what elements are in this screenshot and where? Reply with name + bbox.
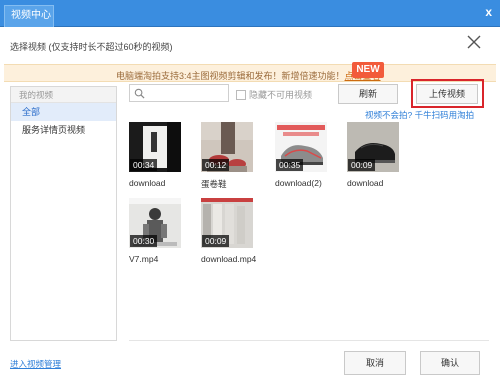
video-name: download: [129, 178, 166, 188]
cancel-button[interactable]: 取消: [344, 351, 406, 375]
video-item[interactable]: 00:09 download.mp4: [201, 198, 259, 264]
video-item[interactable]: 00:30 V7.mp4: [129, 198, 187, 264]
window-titlebar: 视频中心 x: [0, 0, 500, 27]
video-item[interactable]: 00:09 download: [347, 122, 405, 188]
refresh-button[interactable]: 刷新: [338, 84, 398, 104]
video-name: V7.mp4: [129, 254, 159, 264]
notice-text-wrap: 电脑端淘拍支持3:4主图视频剪辑和发布！新增倍速功能！点击查看: [116, 69, 381, 82]
video-thumbnail[interactable]: 00:34: [129, 122, 181, 172]
sidebar: 我的视频 全部 服务详情页视频: [10, 86, 117, 341]
scan-qr-link[interactable]: 千牛扫码用淘拍: [415, 110, 475, 120]
video-name: 蛋卷鞋: [201, 179, 227, 189]
hide-unavailable-toggle[interactable]: 隐藏不可用视频: [236, 88, 312, 101]
video-item[interactable]: 00:34 download: [129, 122, 187, 188]
hide-unavailable-checkbox[interactable]: [236, 89, 246, 100]
new-badge: NEW: [352, 62, 384, 78]
video-name: download.mp4: [201, 254, 257, 264]
video-duration: 00:34: [130, 159, 158, 171]
dialog-close-icon[interactable]: [466, 34, 482, 50]
video-name: download(2): [275, 178, 322, 188]
video-thumbnail[interactable]: 00:12: [201, 122, 253, 172]
upload-video-button[interactable]: 上传视频: [416, 84, 478, 104]
video-duration: 00:35: [276, 159, 304, 171]
video-duration: 00:09: [202, 235, 230, 247]
cannot-shoot-link[interactable]: 视频不会拍?: [365, 110, 412, 120]
window-tab[interactable]: 视频中心: [4, 5, 54, 27]
video-duration: 00:30: [130, 235, 158, 247]
manage-videos-link[interactable]: 进入视频管理: [10, 358, 61, 370]
search-box[interactable]: [129, 84, 229, 102]
search-icon: [134, 88, 145, 99]
window-close-button[interactable]: x: [485, 5, 492, 19]
video-item[interactable]: 00:12 蛋卷鞋: [201, 122, 259, 190]
dialog-title: 选择视频 (仅支持时长不超过60秒的视频): [10, 42, 173, 52]
video-thumbnail[interactable]: 00:35: [275, 122, 327, 172]
video-name: download: [347, 178, 384, 188]
video-item[interactable]: 00:35 download(2): [275, 122, 333, 188]
video-duration: 00:12: [202, 159, 230, 171]
sidebar-item-all[interactable]: 全部: [11, 103, 116, 121]
sidebar-header: 我的视频: [11, 87, 116, 103]
confirm-button[interactable]: 确认: [420, 351, 480, 375]
help-links: 视频不会拍? 千牛扫码用淘拍: [365, 109, 474, 121]
notice-text: 电脑端淘拍支持3:4主图视频剪辑和发布！新增倍速功能！: [116, 71, 345, 81]
video-thumbnail[interactable]: 00:30: [129, 198, 181, 248]
video-thumbnail[interactable]: 00:09: [201, 198, 253, 248]
footer-divider: [129, 340, 489, 341]
sidebar-item-service-detail[interactable]: 服务详情页视频: [11, 121, 116, 139]
search-input[interactable]: [148, 86, 226, 100]
video-duration: 00:09: [348, 159, 376, 171]
hide-unavailable-label: 隐藏不可用视频: [249, 90, 313, 100]
video-thumbnail[interactable]: 00:09: [347, 122, 399, 172]
